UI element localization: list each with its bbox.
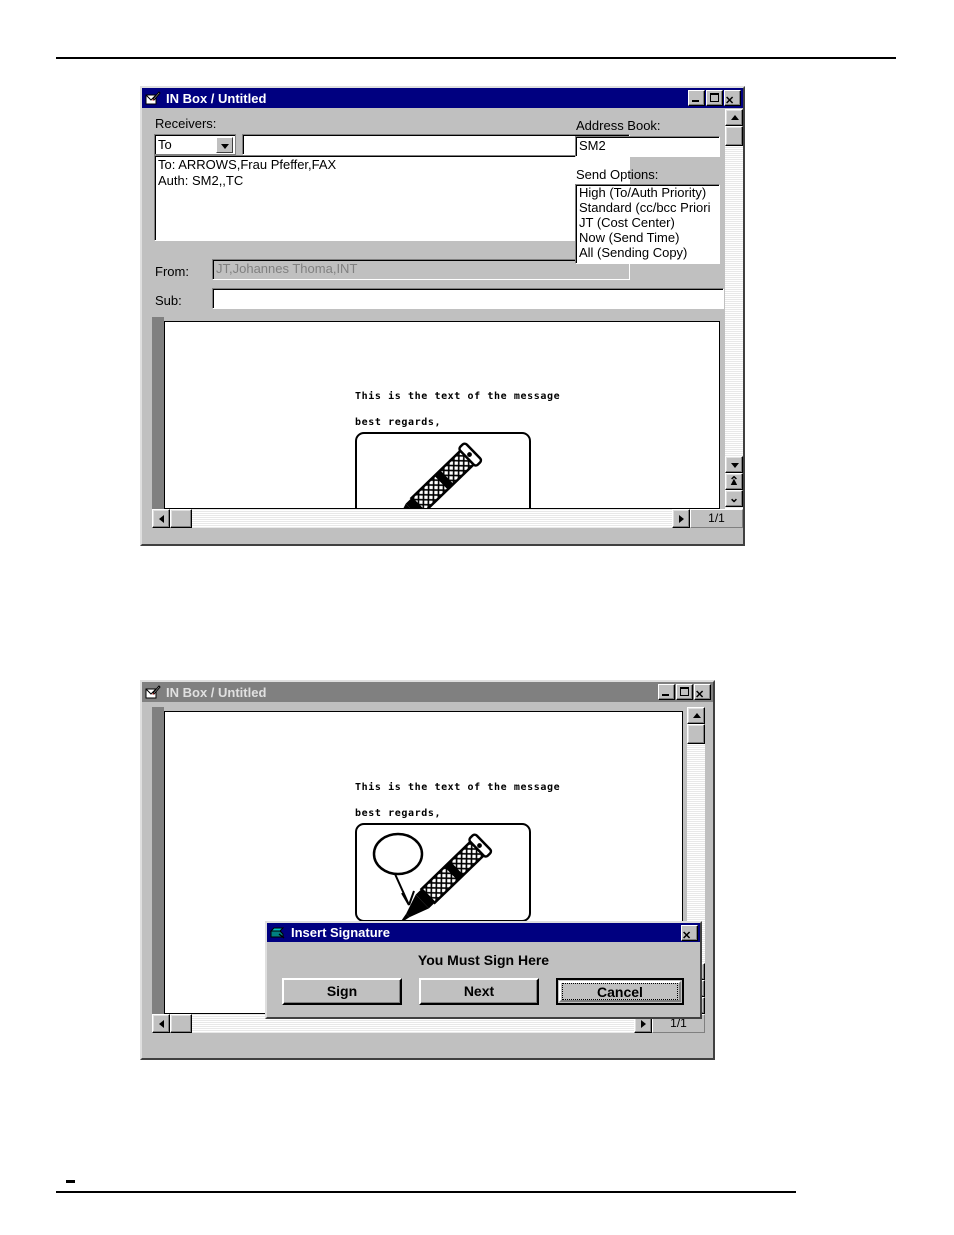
maximize-button[interactable] <box>706 90 723 106</box>
window2-title: IN Box / Untitled <box>166 684 267 700</box>
maximize-button[interactable] <box>676 684 693 700</box>
close-icon: ✕ <box>682 929 692 942</box>
scroll-up-button[interactable] <box>725 109 743 126</box>
horizontal-scroll-thumb[interactable] <box>170 509 192 528</box>
scroll-up-button[interactable] <box>687 707 705 724</box>
document-gutter <box>152 317 164 509</box>
address-book-field[interactable]: SM2 <box>575 136 720 157</box>
window1-titlebar-buttons: ✕ <box>688 90 741 107</box>
scroll-left-button[interactable] <box>152 1014 170 1033</box>
mail-write-icon <box>145 684 161 700</box>
cancel-button[interactable]: Cancel <box>556 978 684 1005</box>
inbox-window-1[interactable]: IN Box / Untitled ✕ Receivers: To To: AR… <box>140 86 745 546</box>
scroll-page-down-button[interactable]: ⌄ <box>725 490 743 507</box>
dialog-close-button[interactable]: ✕ <box>681 924 698 942</box>
document-gutter <box>152 707 164 1014</box>
vertical-scroll-thumb[interactable] <box>687 724 705 744</box>
cancel-button-face: Cancel <box>559 981 681 1002</box>
from-field: JT,Johannes Thoma,INT <box>212 259 630 280</box>
send-options-label: Send Options: <box>576 167 659 182</box>
sign-button[interactable]: Sign <box>282 978 402 1005</box>
window1-titlebar[interactable]: IN Box / Untitled ✕ <box>142 88 743 108</box>
mail-write-icon <box>145 90 161 106</box>
scroll-down-button[interactable] <box>725 456 743 473</box>
recipient-list[interactable]: To: ARROWS,Frau Pfeffer,FAX Auth: SM2,,T… <box>154 155 630 241</box>
close-icon: ✕ <box>695 689 705 701</box>
list-item[interactable]: Now (Send Time) <box>576 230 719 245</box>
scroll-right-button[interactable] <box>672 509 690 528</box>
horizontal-scroll-thumb[interactable] <box>170 1014 192 1033</box>
signature-box-2[interactable] <box>355 823 531 924</box>
pen-illustration <box>396 442 483 508</box>
dialog-title: Insert Signature <box>291 925 390 940</box>
chevron-down-icon[interactable] <box>216 137 233 153</box>
sign-button-label: Sign <box>326 983 358 999</box>
page-footer-rule <box>56 1191 796 1193</box>
send-options-listbox[interactable]: High (To/Auth Priority) Standard (cc/bcc… <box>575 184 720 264</box>
window2-titlebar[interactable]: IN Box / Untitled ✕ <box>142 682 713 702</box>
page-header-rule <box>56 57 896 59</box>
sub-label: Sub: <box>155 293 182 308</box>
message-line-1: This is the text of the message <box>355 782 561 793</box>
next-button[interactable]: Next <box>419 978 539 1005</box>
dialog-titlebar[interactable]: Insert Signature ✕ <box>267 923 700 942</box>
minimize-button[interactable] <box>688 90 705 106</box>
page-canvas: IN Box / Untitled ✕ Receivers: To To: AR… <box>0 0 954 1235</box>
message-line-2: best regards, <box>355 808 442 819</box>
recipient-input[interactable] <box>242 134 630 155</box>
page-footer-dash <box>66 1180 75 1183</box>
message-line-2: best regards, <box>355 417 442 428</box>
minimize-button[interactable] <box>658 684 675 700</box>
window1-title: IN Box / Untitled <box>166 90 267 106</box>
scroll-page-up-button[interactable]: ▲ ⌃ <box>725 473 743 490</box>
document-view-1[interactable]: This is the text of the message best reg… <box>164 321 720 509</box>
receivers-label: Receivers: <box>155 116 217 131</box>
inbox-window-2[interactable]: IN Box / Untitled ✕ This is the text of … <box>140 680 715 1060</box>
page-indicator-1: 1/1 <box>690 509 743 528</box>
window1-horizontal-scrollbar[interactable] <box>152 509 690 528</box>
next-button-label: Next <box>463 983 495 999</box>
window2-titlebar-buttons: ✕ <box>658 684 711 701</box>
recipient-type-value: To <box>158 137 172 152</box>
vertical-scroll-thumb[interactable] <box>725 126 743 146</box>
message-line-1: This is the text of the message <box>355 391 561 402</box>
recipient-type-dropdown[interactable]: To <box>154 134 236 155</box>
signature-pen-icon <box>269 925 286 940</box>
close-icon: ✕ <box>725 95 735 107</box>
insert-signature-dialog[interactable]: Insert Signature ✕ You Must Sign Here Si… <box>265 921 702 1019</box>
signature-box-1[interactable] <box>355 432 531 508</box>
subject-field[interactable] <box>212 288 724 309</box>
from-label: From: <box>155 264 189 279</box>
cancel-button-label: Cancel <box>597 984 643 1000</box>
close-button[interactable]: ✕ <box>694 684 711 701</box>
address-book-label: Address Book: <box>576 118 661 133</box>
list-item[interactable]: JT (Cost Center) <box>576 215 719 230</box>
list-item[interactable]: Standard (cc/bcc Priori <box>576 200 719 215</box>
list-item[interactable]: High (To/Auth Priority) <box>576 185 719 200</box>
dialog-message: You Must Sign Here <box>417 952 550 968</box>
pen-and-signed-mark-illustration <box>372 832 493 924</box>
scroll-left-button[interactable] <box>152 509 170 528</box>
list-item[interactable]: All (Sending Copy) <box>576 245 719 260</box>
close-button[interactable]: ✕ <box>724 90 741 107</box>
